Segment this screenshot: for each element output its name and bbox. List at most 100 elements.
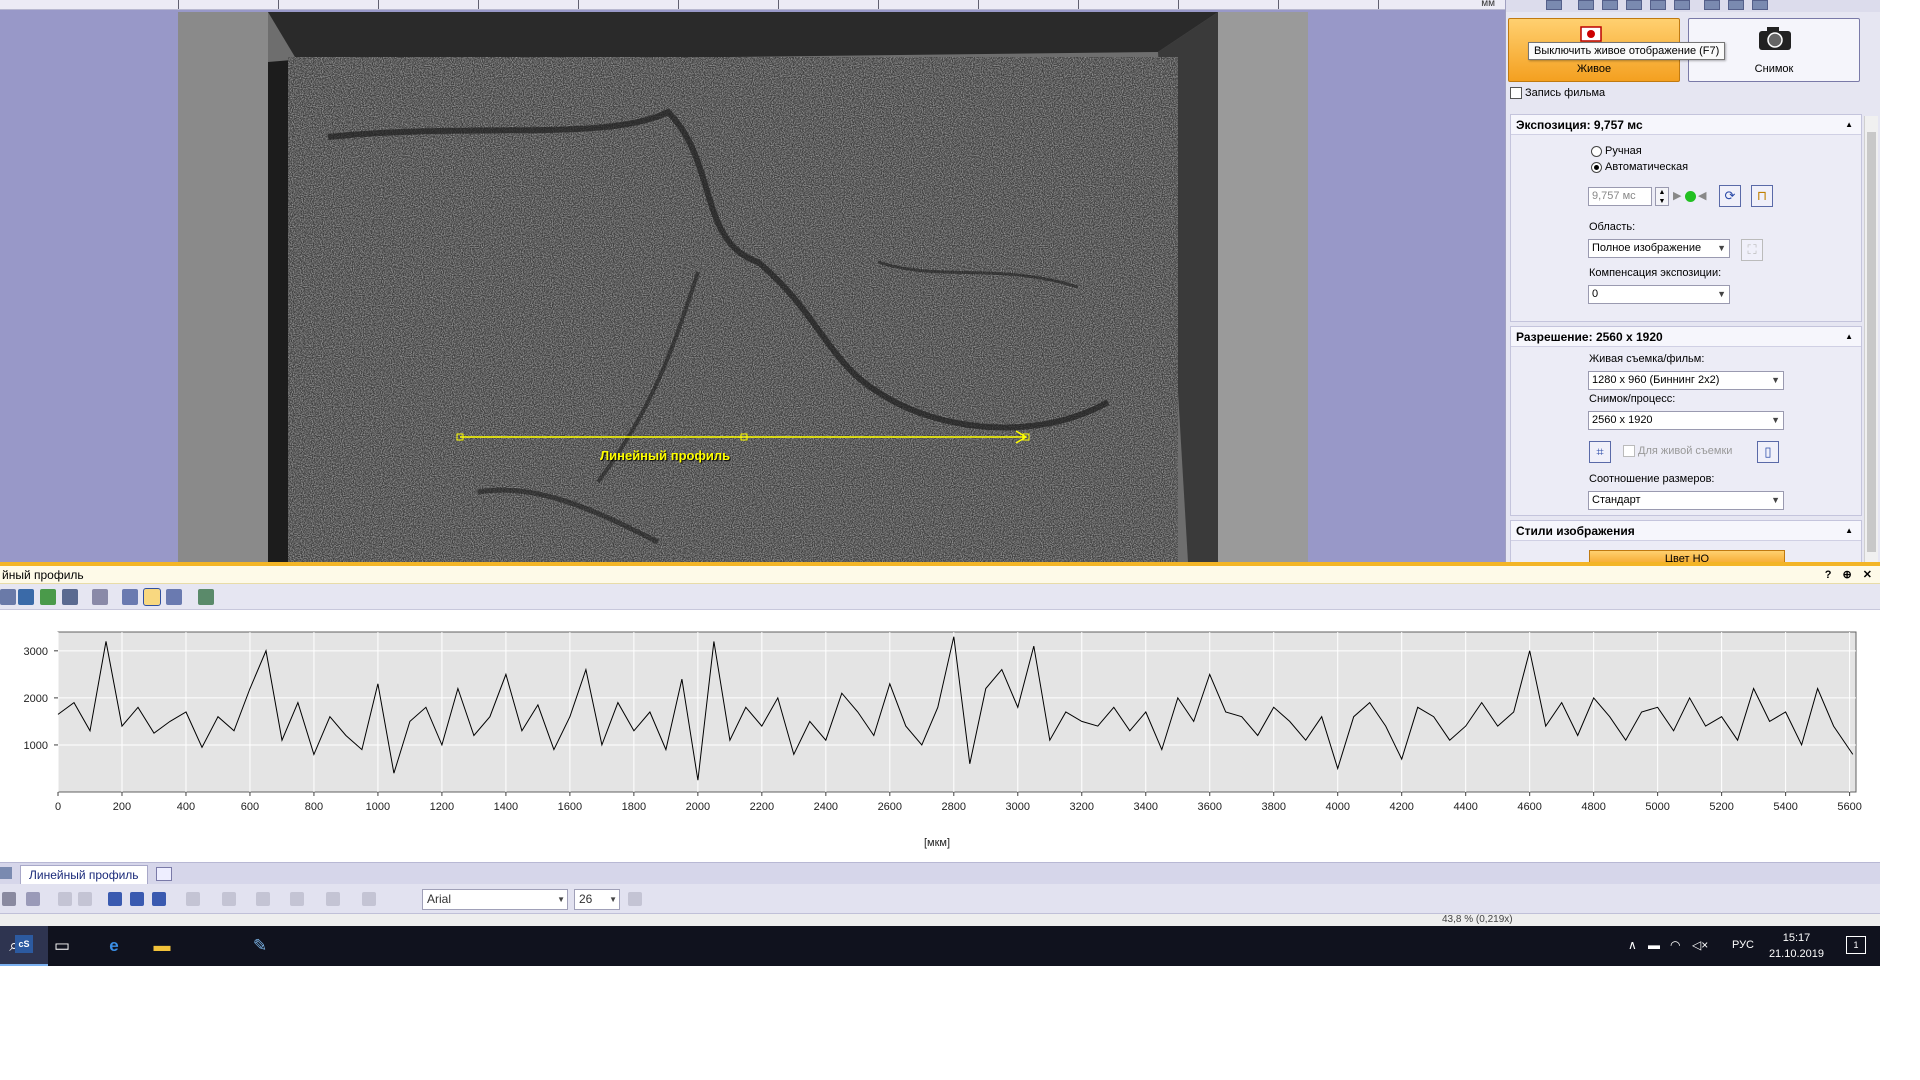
aspect-select[interactable]: Стандарт ▼ — [1588, 491, 1784, 510]
tab-line-profile[interactable]: Линейный профиль — [20, 865, 148, 885]
line-profile-chart[interactable]: 0 200 400 600 800 1000 1200 1400 1600 1800 2000 220… — [0, 614, 1880, 866]
color-hq-button[interactable]: Цвет HQ — [1589, 550, 1785, 562]
live-resolution-select[interactable]: 1280 x 960 (Биннинг 2x2) ▼ — [1588, 371, 1784, 390]
arrow-tool-icon[interactable] — [2, 892, 16, 906]
record-film-check[interactable] — [1510, 87, 1522, 100]
x-tick-label: 2800 — [942, 801, 966, 813]
wifi-icon[interactable]: ◠ — [1670, 938, 1680, 952]
radio-auto[interactable] — [1591, 161, 1602, 173]
exposure-header-label: Экспозиция: 9,757 мс — [1516, 118, 1643, 132]
image-viewport[interactable]: мм Линейный профиль — [0, 0, 1505, 562]
table-icon[interactable] — [62, 589, 78, 605]
play-icon[interactable]: ▶ — [1673, 189, 1681, 202]
pen-disabled-icon[interactable] — [58, 892, 72, 906]
flag-icon[interactable] — [1546, 0, 1562, 10]
crop-icon[interactable]: ⌗ — [1589, 441, 1611, 463]
exposure-section: Экспозиция: 9,757 мс ▲ Ручная Автоматиче… — [1510, 114, 1862, 322]
panel-window-controls[interactable]: ? ⊕ ✕ — [1825, 566, 1876, 584]
for-live-check[interactable] — [1623, 445, 1635, 458]
resolution-header[interactable]: Разрешение: 2560 x 1920 ▲ — [1511, 327, 1861, 347]
paint-app-icon[interactable]: ✎ — [248, 934, 272, 958]
exposure-header[interactable]: Экспозиция: 9,757 мс ▲ — [1511, 115, 1861, 135]
profile-panel-title: йный профиль — [2, 568, 84, 582]
x-tick-label: 200 — [113, 801, 131, 813]
image-styles-header[interactable]: Стили изображения ▲ — [1511, 521, 1861, 541]
window-icon[interactable] — [1674, 0, 1690, 10]
fit-view-icon[interactable] — [18, 589, 34, 605]
font-size-select[interactable]: 26 ▼ — [574, 889, 620, 910]
tray-chevron-up-icon[interactable]: ∧ — [1628, 938, 1637, 952]
line-profile-icon[interactable] — [143, 588, 161, 606]
snapshot-resolution-select[interactable]: 2560 x 1920 ▼ — [1588, 411, 1784, 430]
curve-tool-icon[interactable] — [130, 892, 144, 906]
ruler-icon[interactable] — [92, 589, 108, 605]
multi-line-icon[interactable] — [166, 589, 182, 605]
document-icon[interactable] — [0, 867, 12, 879]
exposure-spinner-icon[interactable]: ▲ ▼ — [1655, 187, 1669, 206]
font-color-icon[interactable] — [256, 892, 270, 906]
collapse-icon[interactable]: ▲ — [1845, 327, 1853, 347]
lock-icon[interactable]: ⊓ — [1751, 185, 1773, 207]
pin-tab-icon[interactable] — [156, 867, 172, 881]
live-resolution-value: 1280 x 960 (Биннинг 2x2) — [1592, 374, 1720, 386]
fullscreen-icon[interactable]: ▯ — [1757, 441, 1779, 463]
task-view-icon[interactable]: ▭ — [50, 934, 74, 958]
open-folder-icon[interactable] — [1728, 0, 1744, 10]
copy-icon[interactable] — [1602, 0, 1618, 10]
record-film-checkbox[interactable]: Запись фильма — [1510, 87, 1605, 100]
area-select[interactable]: Полное изображение ▼ — [1588, 239, 1730, 258]
line-width-icon[interactable] — [290, 892, 304, 906]
input-language[interactable]: РУС — [1732, 939, 1754, 951]
collapse-icon[interactable]: ▲ — [1845, 521, 1853, 541]
edge-browser-icon[interactable]: e — [102, 934, 126, 958]
pointer-tool-icon[interactable] — [108, 892, 122, 906]
exposure-auto-radio[interactable]: Автоматическая — [1591, 161, 1688, 173]
exposure-manual-radio[interactable]: Ручная — [1591, 145, 1642, 157]
arrow-style-icon[interactable] — [362, 892, 376, 906]
eraser-disabled-icon[interactable] — [78, 892, 92, 906]
paste-icon[interactable] — [1626, 0, 1642, 10]
aspect-label: Соотношение размеров: — [1589, 473, 1715, 485]
export-chart-icon[interactable] — [198, 589, 214, 605]
microscope-image[interactable] — [178, 12, 1308, 562]
panel-scrollbar[interactable] — [1864, 116, 1878, 562]
line-color-icon[interactable] — [222, 892, 236, 906]
horizontal-profile-icon[interactable] — [122, 589, 138, 605]
camera-control-panel: Живое Снимок Выключить живое отображение… — [1505, 0, 1880, 562]
notification-center-icon[interactable]: 1 — [1846, 936, 1866, 954]
text-box-icon[interactable] — [152, 892, 166, 906]
live-resolution-label: Живая съемка/фильм: — [1589, 353, 1705, 365]
zoom-icon[interactable] — [0, 589, 16, 605]
refresh-exposure-icon[interactable]: ⟳ — [1719, 185, 1741, 207]
save-icon[interactable] — [1752, 0, 1768, 10]
font-family-select[interactable]: Arial ▼ — [422, 889, 568, 910]
exposure-value-input[interactable]: 9,757 мс — [1588, 187, 1652, 206]
area-select-tool-icon[interactable]: ⛶ — [1741, 239, 1763, 261]
compensation-select[interactable]: 0 ▼ — [1588, 285, 1730, 304]
file-explorer-icon[interactable]: ▬ — [150, 934, 174, 958]
line-profile-overlay-label[interactable]: Линейный профиль — [600, 448, 730, 463]
x-tick-label: 2200 — [750, 801, 774, 813]
select-tool-icon[interactable] — [26, 892, 40, 906]
status-bar: 43,8 % (0,219x) — [0, 914, 1880, 926]
refresh-icon[interactable] — [40, 589, 56, 605]
battery-icon[interactable]: ▬ — [1648, 938, 1660, 952]
settings-icon[interactable] — [1650, 0, 1666, 10]
radio-manual[interactable] — [1591, 145, 1602, 157]
x-tick-label: 4600 — [1517, 801, 1541, 813]
back-icon[interactable]: ◀ — [1698, 189, 1706, 202]
x-tick-label: 0 — [55, 801, 61, 813]
volume-mute-icon[interactable]: ◁× — [1692, 938, 1708, 952]
fill-color-icon[interactable] — [186, 892, 200, 906]
x-tick-label: 5400 — [1773, 801, 1797, 813]
zoom-level[interactable]: 43,8 % (0,219x) — [1442, 914, 1513, 925]
for-live-checkbox[interactable]: Для живой съемки — [1623, 445, 1732, 458]
collapse-icon[interactable]: ▲ — [1845, 115, 1853, 135]
scrollbar-thumb[interactable] — [1867, 132, 1876, 552]
line-style-icon[interactable] — [326, 892, 340, 906]
print-icon[interactable] — [1578, 0, 1594, 10]
font-style-icon[interactable] — [628, 892, 642, 906]
plot-area[interactable] — [57, 631, 1857, 793]
clock[interactable]: 15:17 21.10.2019 — [1769, 930, 1824, 962]
export-icon[interactable] — [1704, 0, 1720, 10]
